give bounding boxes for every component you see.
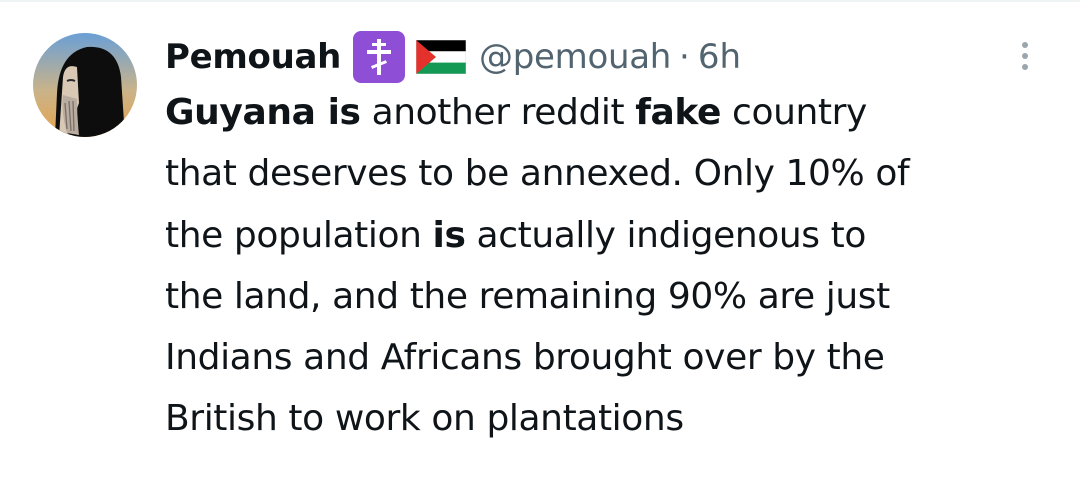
tweet-text-segment: country — [721, 92, 867, 133]
orthodox-cross-icon — [353, 31, 406, 83]
tweet-header: Pemouah @pemouah · 6h — [165, 30, 741, 84]
tweet-text-line: British to work on plantations — [165, 388, 1065, 449]
avatar[interactable] — [33, 33, 137, 137]
tweet-text-segment: Indians and Africans brought over by the — [165, 337, 885, 379]
user-handle[interactable]: @pemouah — [479, 37, 671, 77]
avatar-portrait-icon — [33, 33, 137, 137]
tweet-text-segment: another reddit — [360, 92, 636, 133]
tweet-text-line: the population is actually indigenous to — [165, 205, 1065, 266]
tweet-text: Guyana is another reddit fake country tha… — [165, 82, 1065, 450]
more-vertical-icon[interactable] — [1010, 36, 1040, 76]
timestamp[interactable]: 6h — [698, 37, 741, 77]
display-name[interactable]: Pemouah — [165, 37, 341, 77]
divider — [0, 0, 1080, 2]
tweet-text-segment: that deserves to be annexed. Only 10% of — [165, 153, 910, 195]
tweet-text-segment: British to work on plantations — [165, 398, 684, 440]
tweet-text-segment: actually indigenous to — [465, 214, 867, 256]
tweet-text-segment: the land, and the remaining 90% are just — [165, 275, 890, 317]
separator-dot: · — [679, 37, 690, 77]
tweet-text-segment: the population — [165, 214, 433, 256]
tweet-text-bold-segment: Guyana is — [165, 92, 361, 133]
tweet-text-line: the land, and the remaining 90% are just — [165, 266, 1065, 327]
tweet-text-line: Indians and Africans brought over by the — [165, 327, 1065, 388]
tweet-text-line: that deserves to be annexed. Only 10% of — [165, 143, 1065, 204]
tweet-text-line: Guyana is another reddit fake country — [165, 82, 1065, 143]
tweet-text-bold-segment: fake — [635, 92, 722, 133]
tweet-text-bold-segment: is — [432, 214, 466, 256]
palestine-flag-icon — [415, 31, 467, 83]
